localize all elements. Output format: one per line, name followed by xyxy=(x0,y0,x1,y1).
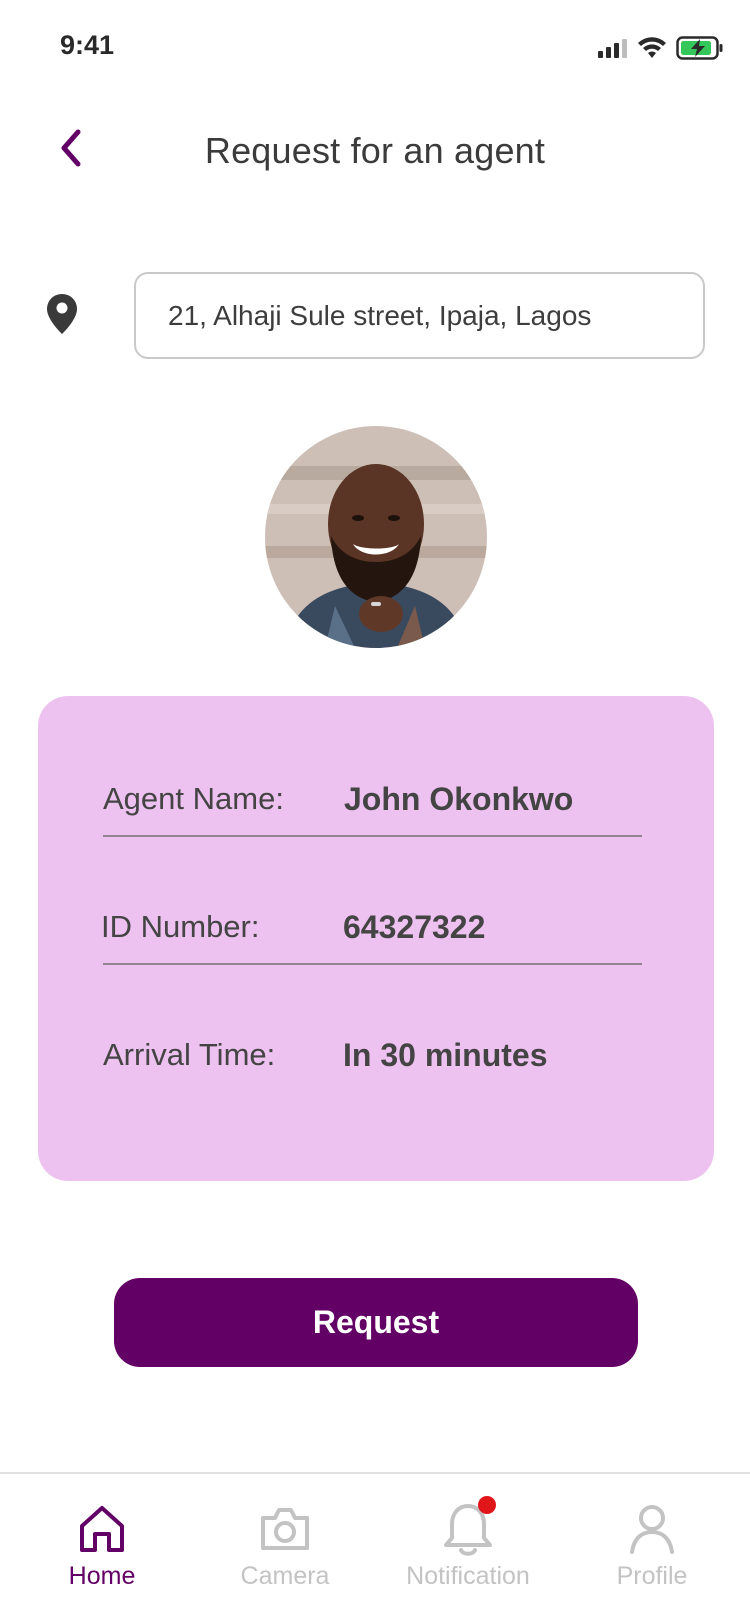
status-time: 9:41 xyxy=(60,30,115,60)
agent-id-label: ID Number: xyxy=(101,909,260,944)
nav-camera[interactable]: Camera xyxy=(195,1500,375,1591)
agent-avatar xyxy=(265,426,487,648)
wifi-icon xyxy=(638,37,666,58)
profile-icon xyxy=(630,1505,674,1554)
divider xyxy=(103,835,642,837)
camera-icon xyxy=(261,1508,309,1550)
agent-id-value: 64327322 xyxy=(343,909,486,945)
nav-profile[interactable]: Profile xyxy=(562,1500,742,1591)
divider xyxy=(103,963,642,965)
agent-name-label: Agent Name: xyxy=(103,781,284,816)
address-input[interactable] xyxy=(166,298,673,333)
battery-charging-icon xyxy=(676,36,723,60)
status-icons xyxy=(598,36,724,60)
agent-photo xyxy=(265,426,487,648)
arrival-time-label: Arrival Time: xyxy=(103,1037,276,1072)
nav-home-label: Home xyxy=(68,1562,136,1590)
nav-home[interactable]: Home xyxy=(12,1500,192,1591)
nav-notification-label: Notification xyxy=(406,1562,530,1590)
bottom-nav-divider xyxy=(0,1472,750,1474)
agent-name-value: John Okonkwo xyxy=(344,781,574,817)
signal-icon xyxy=(598,39,627,58)
nav-profile-label: Profile xyxy=(616,1562,688,1590)
notification-badge xyxy=(478,1496,496,1514)
address-field-container[interactable] xyxy=(134,272,705,359)
arrival-time-value: In 30 minutes xyxy=(343,1037,548,1073)
nav-camera-label: Camera xyxy=(240,1562,330,1590)
page-title: Request for an agent xyxy=(204,130,546,171)
location-pin-icon xyxy=(44,292,80,336)
request-button[interactable]: Request xyxy=(114,1278,638,1367)
home-icon xyxy=(80,1506,124,1552)
nav-notification[interactable]: Notification xyxy=(378,1496,558,1591)
